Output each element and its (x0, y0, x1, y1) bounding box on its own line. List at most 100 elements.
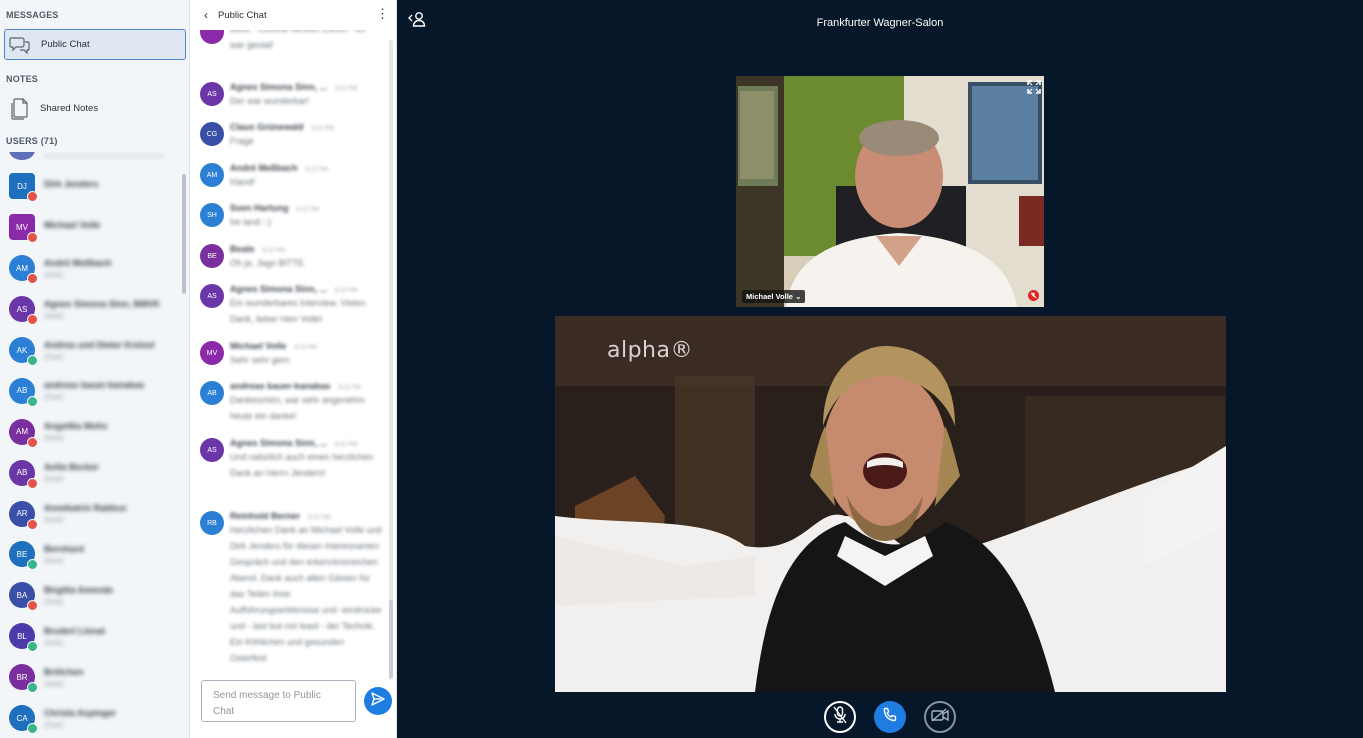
microphone-muted-icon (832, 705, 848, 729)
user-list-item[interactable]: DJ Dirk Jenders (0, 166, 186, 207)
message-author: Sven Hartung (230, 203, 289, 213)
chat-title[interactable]: Public Chat (218, 10, 267, 21)
presenter-name-tag[interactable]: Michael Volle ⌄ (742, 290, 806, 303)
fullscreen-icon[interactable] (1027, 80, 1041, 94)
user-list-item[interactable]: BE Bernhard (Gast) (0, 534, 186, 575)
chevron-left-icon[interactable]: ‹ (204, 8, 208, 22)
message-body: Agnes Simona Sinn, ... 8:22 PM Der war wun… (230, 82, 382, 109)
user-role: (Gast) (44, 557, 64, 565)
message-time: 8:22 PM (296, 207, 319, 213)
user-list-item[interactable]: AK Andrea und Dieter Kretzel (Gast) (0, 330, 186, 371)
screen-share-image (555, 316, 1226, 692)
user-role: (Gast) (44, 271, 64, 279)
user-text: Birgitta Amende (Gast) (44, 585, 113, 606)
user-name: Christa Aspinger (44, 707, 117, 718)
message-avatar: SH (200, 203, 224, 227)
message-time: 8:22 PM (338, 385, 361, 391)
user-list-scrollbar[interactable] (182, 174, 186, 294)
chat-message: RB Reinhold Berner 8:22 PM Herzlichen Dank … (200, 511, 386, 666)
user-status-icon (27, 518, 38, 530)
user-avatar: AK (9, 337, 38, 366)
user-initials: AB (16, 386, 28, 396)
user-avatar: BA (9, 582, 38, 612)
chat-message-list: Bock · Corona Version Zürich · es war ge… (190, 30, 390, 678)
user-avatar: MV (9, 214, 38, 244)
message-text: Herzlichen Dank an Michael Volle und Dir… (230, 525, 382, 663)
chat-scrollbar-thumb[interactable] (389, 600, 393, 678)
user-text: Annekatrin Rabbus (Gast) (44, 503, 127, 524)
message-body: Michael Volle 8:22 PM Sehr sehr gern (230, 341, 382, 368)
webcam-image (736, 76, 1044, 307)
message-text: Bock · Corona Version Zürich · es war ge… (230, 30, 365, 50)
message-time: 8:22 PM (294, 345, 317, 351)
message-initials: AM (206, 171, 218, 179)
user-text: Brötchen (Gast) (44, 667, 84, 688)
chat-message: AS Agnes Simona Sinn, ... 8:22 PM Und natür… (200, 438, 386, 481)
user-avatar: BR (9, 664, 38, 694)
user-list-item[interactable]: AB Anita Becker (Gast) (0, 452, 186, 493)
screen-share-video[interactable]: alpha® (555, 316, 1226, 692)
public-chat-nav-item[interactable]: Public Chat (4, 29, 186, 60)
chat-message: AS Agnes Simona Sinn, ... 8:22 PM Ein wunde… (200, 284, 386, 327)
message-body: Reinhold Berner 8:22 PM Herzlichen Dank an… (230, 511, 382, 666)
user-list-item[interactable]: AB andreas bauer-kanabas (Gast) (0, 370, 186, 411)
message-avatar: AB (200, 381, 224, 405)
message-author: Agnes Simona Sinn, ... (230, 438, 328, 448)
user-status-icon (27, 436, 38, 448)
share-webcam-button[interactable] (924, 701, 956, 733)
user-avatar: BE (9, 541, 38, 571)
chat-message: AB andreas bauer-kanabas 8:22 PM Dankeschön… (200, 381, 386, 424)
message-author: Agnes Simona Sinn, ... (230, 284, 328, 294)
message-author: Beate (230, 244, 255, 254)
user-initials: AM (16, 263, 28, 273)
user-status-icon (27, 232, 38, 244)
user-avatar: AM (9, 255, 38, 285)
message-avatar (200, 30, 224, 44)
user-avatar: AB (9, 459, 38, 489)
user-list-item[interactable]: BR Brötchen (Gast) (0, 657, 186, 698)
chat-scrollbar[interactable] (389, 40, 393, 680)
message-avatar: CG (200, 122, 224, 146)
document-icon (4, 97, 34, 120)
muted-badge-icon (1028, 290, 1039, 301)
user-text: André Meßbach (Gast) (44, 258, 112, 279)
user-initials: AS (16, 304, 28, 314)
user-status-icon (27, 723, 38, 735)
leave-audio-button[interactable] (874, 701, 906, 733)
chat-message-input[interactable] (201, 680, 356, 722)
user-text: Anita Becker (Gast) (44, 462, 99, 483)
message-text: Dankeschön, war sehr angenehm heute ein … (230, 395, 365, 421)
mute-button[interactable] (824, 701, 856, 733)
user-list-item[interactable]: CA Christa Aspinger (Gast) (0, 698, 186, 738)
user-list[interactable]: DJ Dirk Jenders MV Michael Volle AM André Meß… (0, 152, 186, 738)
user-list-item[interactable]: AS Agnes Simona Sinn, BMVK (Gast) (0, 289, 186, 330)
user-role: (Gast) (44, 353, 64, 361)
user-text: Christa Aspinger (Gast) (44, 708, 116, 729)
user-list-item[interactable]: AM André Meßbach (Gast) (0, 248, 186, 289)
chat-message: AM André Meßbach 8:22 PM Irland! (200, 163, 386, 190)
user-text: Agnes Simona Sinn, BMVK (Gast) (44, 299, 160, 320)
user-initials: BE (16, 549, 28, 559)
message-time: 8:22 PM (305, 167, 328, 173)
more-options-icon[interactable]: ⋮ (376, 7, 389, 20)
user-name: Michael Volle (44, 220, 101, 231)
user-avatar: AM (9, 418, 38, 448)
message-initials: BE (207, 252, 217, 260)
send-button[interactable] (364, 687, 392, 715)
user-role: (Gast) (44, 312, 64, 320)
message-body: Sven Hartung 8:22 PM Ire land :-) (230, 203, 382, 230)
user-initials: AB (16, 468, 28, 478)
user-initials: AR (16, 509, 28, 519)
user-list-item[interactable]: AR Annekatrin Rabbus (Gast) (0, 493, 186, 534)
user-name: Brötchen (44, 666, 84, 677)
user-text: Bruderl Lienat (Gast) (44, 626, 105, 647)
user-list-item[interactable]: BA Birgitta Amende (Gast) (0, 575, 186, 616)
webcam-video[interactable]: Michael Volle ⌄ (736, 76, 1044, 307)
user-list-item[interactable]: AM Angelika Mohs (Gast) (0, 411, 186, 452)
user-avatar: AR (9, 500, 38, 530)
shared-notes-nav-item[interactable]: Shared Notes (4, 93, 186, 124)
user-avatar: BL (9, 623, 38, 653)
user-list-item[interactable]: BL Bruderl Lienat (Gast) (0, 616, 186, 657)
user-initials: BR (16, 672, 28, 682)
user-list-item[interactable]: MV Michael Volle (0, 207, 186, 248)
